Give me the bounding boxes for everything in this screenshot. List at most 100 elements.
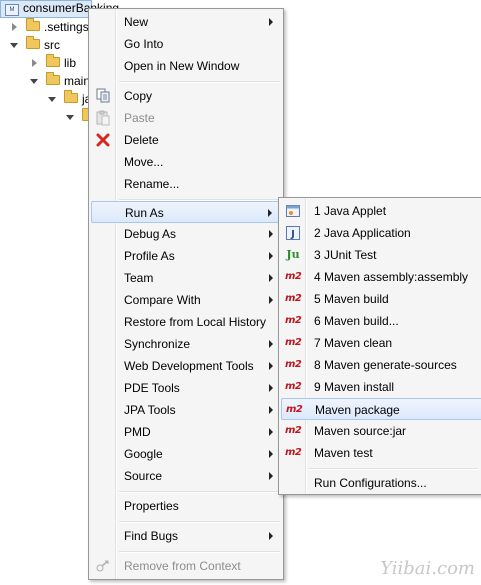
menu-separator: [119, 521, 280, 523]
submenu-item-maven-install[interactable]: m2 9 Maven install: [281, 376, 481, 398]
menu-item-web-development-tools[interactable]: Web Development Tools: [91, 355, 281, 377]
submenu-item-label: Maven test: [314, 446, 373, 460]
submenu-arrow-icon: [269, 428, 273, 436]
menu-item-compare-with[interactable]: Compare With: [91, 289, 281, 311]
submenu-item-maven-build[interactable]: m2 5 Maven build: [281, 288, 481, 310]
junit-icon: Ju: [286, 248, 300, 261]
copy-icon: [95, 88, 111, 104]
tree-item-lib[interactable]: lib: [0, 54, 90, 72]
submenu-arrow-icon: [269, 296, 273, 304]
menu-item-label: Debug As: [124, 227, 177, 241]
maven-icon: m2: [285, 315, 302, 326]
submenu-item-label: 7 Maven clean: [314, 336, 393, 350]
tree-item-label: main: [64, 74, 91, 88]
submenu-item-maven-generate-sources[interactable]: m2 8 Maven generate-sources: [281, 354, 481, 376]
menu-item-rename[interactable]: Rename...: [91, 173, 281, 195]
menu-item-copy[interactable]: Copy: [91, 85, 281, 107]
menu-item-label: Find Bugs: [124, 529, 179, 543]
submenu-item-run-configurations[interactable]: Run Configurations...: [281, 472, 481, 494]
maven-icon: m2: [286, 404, 303, 415]
project-row-selected[interactable]: M consumerBanking: [0, 0, 119, 18]
menu-item-open-in-new-window[interactable]: Open in New Window: [91, 55, 281, 77]
expanded-arrow-icon[interactable]: [10, 43, 18, 48]
maven-project-icon: M: [5, 4, 19, 16]
menu-item-remove-from-context[interactable]: Remove from Context: [91, 555, 281, 577]
submenu-item-maven-assembly[interactable]: m2 4 Maven assembly:assembly: [281, 266, 481, 288]
menu-item-debug-as[interactable]: Debug As: [91, 223, 281, 245]
run-as-submenu: 1 Java Applet J 2 Java Application Ju 3 …: [278, 197, 481, 495]
submenu-item-maven-clean[interactable]: m2 7 Maven clean: [281, 332, 481, 354]
menu-item-properties[interactable]: Properties: [91, 495, 281, 517]
menu-item-label: JPA Tools: [124, 403, 176, 417]
menu-item-label: Web Development Tools: [124, 359, 254, 373]
expanded-arrow-icon[interactable]: [66, 115, 74, 120]
menu-item-go-into[interactable]: Go Into: [91, 33, 281, 55]
menu-item-pde-tools[interactable]: PDE Tools: [91, 377, 281, 399]
maven-icon: m2: [285, 293, 302, 304]
submenu-item-java-application[interactable]: J 2 Java Application: [281, 222, 481, 244]
tree-item-package[interactable]: [0, 108, 96, 126]
menu-item-source[interactable]: Source: [91, 465, 281, 487]
menu-item-label: Team: [124, 271, 154, 285]
menu-item-label: Synchronize: [124, 337, 191, 351]
menu-item-run-as[interactable]: Run As: [91, 201, 281, 223]
menu-item-label: Google: [124, 447, 163, 461]
menu-item-jpa-tools[interactable]: JPA Tools: [91, 399, 281, 421]
submenu-arrow-icon: [269, 362, 273, 370]
menu-item-label: Run As: [125, 206, 164, 220]
submenu-item-label: 9 Maven install: [314, 380, 395, 394]
menu-item-new[interactable]: New: [91, 11, 281, 33]
submenu-item-label: 8 Maven generate-sources: [314, 358, 457, 372]
submenu-item-maven-build-dialog[interactable]: m2 6 Maven build...: [281, 310, 481, 332]
folder-icon: [26, 36, 40, 49]
submenu-item-java-applet[interactable]: 1 Java Applet: [281, 200, 481, 222]
submenu-arrow-icon: [269, 532, 273, 540]
java-application-icon: J: [285, 225, 301, 241]
menu-item-team[interactable]: Team: [91, 267, 281, 289]
menu-item-label: Remove from Context: [124, 559, 241, 573]
menu-item-label: Restore from Local History: [124, 315, 267, 329]
menu-item-move[interactable]: Move...: [91, 151, 281, 173]
tree-item-main[interactable]: main: [0, 72, 90, 90]
context-menu: New Go Into Open in New Window Copy Past…: [88, 8, 284, 580]
menu-item-label: Paste: [124, 111, 155, 125]
menu-item-pmd[interactable]: PMD: [91, 421, 281, 443]
submenu-item-maven-source-jar[interactable]: m2 Maven source:jar: [281, 420, 481, 442]
menu-item-paste[interactable]: Paste: [91, 107, 281, 129]
menu-item-delete[interactable]: Delete: [91, 129, 281, 151]
menu-item-label: Delete: [124, 133, 159, 147]
menu-item-restore-from-local-history[interactable]: Restore from Local History: [91, 311, 281, 333]
expanded-arrow-icon[interactable]: [30, 79, 38, 84]
collapsed-arrow-icon[interactable]: [12, 23, 17, 31]
submenu-arrow-icon: [269, 274, 273, 282]
submenu-item-label: 5 Maven build: [314, 292, 389, 306]
maven-icon: m2: [285, 447, 302, 458]
submenu-item-junit-test[interactable]: Ju 3 JUnit Test: [281, 244, 481, 266]
menu-item-label: Move...: [124, 155, 164, 169]
tree-item-java[interactable]: ja: [0, 90, 91, 108]
menu-item-label: New: [124, 15, 149, 29]
menu-item-profile-as[interactable]: Profile As: [91, 245, 281, 267]
menu-item-find-bugs[interactable]: Find Bugs: [91, 525, 281, 547]
tree-item-settings[interactable]: .settings: [0, 18, 90, 36]
submenu-item-label: 1 Java Applet: [314, 204, 387, 218]
submenu-arrow-icon: [269, 18, 273, 26]
menu-item-google[interactable]: Google: [91, 443, 281, 465]
folder-icon: [64, 90, 78, 103]
tree-item-src[interactable]: src: [0, 36, 90, 54]
collapsed-arrow-icon[interactable]: [32, 59, 37, 67]
submenu-arrow-icon: [269, 406, 273, 414]
submenu-arrow-icon: [269, 450, 273, 458]
menu-separator: [119, 551, 280, 553]
folder-icon: [46, 72, 60, 85]
submenu-item-label: 2 Java Application: [314, 226, 411, 240]
menu-item-synchronize[interactable]: Synchronize: [91, 333, 281, 355]
menu-item-label: Profile As: [124, 249, 175, 263]
delete-icon: [95, 132, 111, 148]
menu-item-label: Go Into: [124, 37, 164, 51]
submenu-item-maven-test[interactable]: m2 Maven test: [281, 442, 481, 464]
expanded-arrow-icon[interactable]: [48, 97, 56, 102]
folder-icon: [26, 18, 40, 31]
submenu-item-maven-package[interactable]: m2 Maven package: [281, 398, 481, 420]
maven-icon: m2: [285, 337, 302, 348]
